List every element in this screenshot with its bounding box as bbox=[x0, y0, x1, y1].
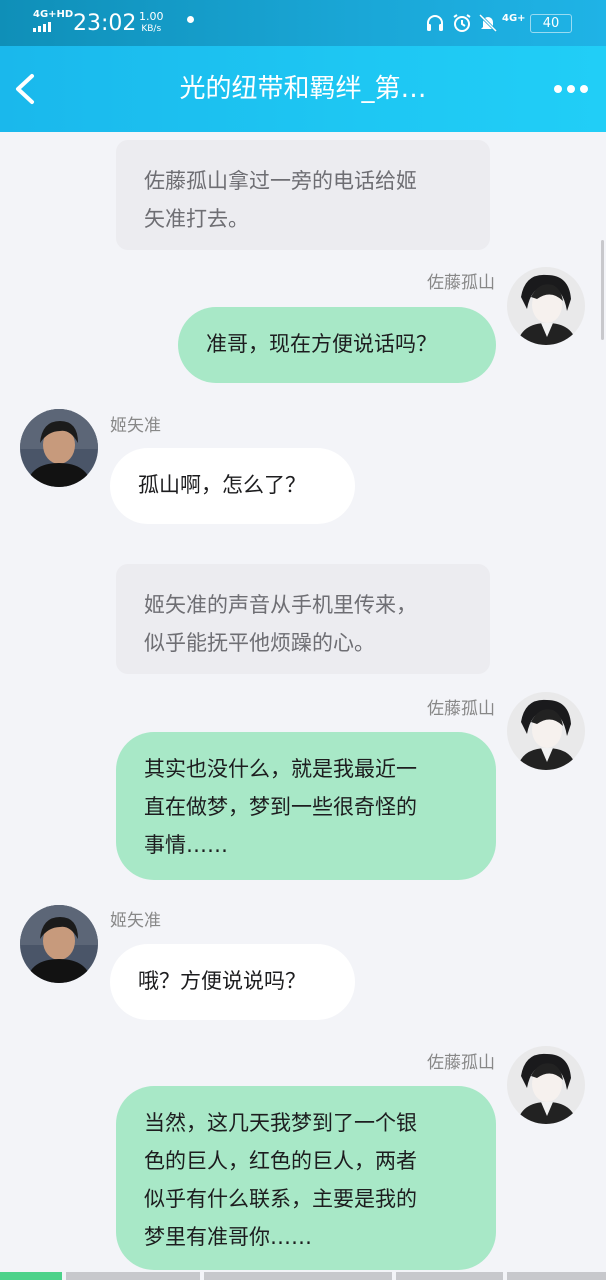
avatar-sato-koyama[interactable] bbox=[507, 692, 585, 770]
message-text: 梦里有准哥你…… bbox=[144, 1225, 312, 1249]
sender-name: 佐藤孤山 bbox=[427, 273, 495, 293]
sender-name: 姬矢准 bbox=[110, 911, 161, 931]
speed-value: 1.00 bbox=[139, 10, 164, 23]
narration-message: 姬矢准的声音从手机里传来， 似乎能抚平他烦躁的心。 bbox=[116, 564, 490, 674]
page-title: 光的纽带和羁绊_第… bbox=[179, 74, 427, 104]
avatar-image bbox=[20, 905, 98, 983]
message-text: 似乎有什么联系，主要是我的 bbox=[144, 1187, 417, 1211]
narration-line: 似乎能抚平他烦躁的心。 bbox=[144, 631, 375, 655]
progress-segment bbox=[0, 1272, 62, 1280]
message-bubble-incoming[interactable]: 哦？方便说说吗？ bbox=[110, 944, 355, 1020]
more-button[interactable] bbox=[548, 74, 594, 104]
message-text: 当然，这几天我梦到了一个银 bbox=[144, 1111, 417, 1135]
story-progress-bar bbox=[0, 1272, 606, 1280]
message-text: 其实也没什么，就是我最近一 bbox=[144, 757, 417, 781]
clock-time: 23:02 bbox=[73, 11, 137, 36]
battery-icon: 40 bbox=[530, 14, 572, 33]
speed-unit: KB/s bbox=[141, 24, 162, 34]
progress-segment bbox=[204, 1272, 392, 1280]
narration-line: 姬矢准的声音从手机里传来， bbox=[144, 593, 417, 617]
alarm-icon bbox=[453, 14, 471, 32]
avatar-himeya-jun[interactable] bbox=[20, 905, 98, 983]
avatar-image bbox=[507, 692, 585, 770]
notification-dot bbox=[187, 16, 194, 23]
chat-header: 光的纽带和羁绊_第… bbox=[0, 46, 606, 132]
network-speed: 1.00 KB/s bbox=[139, 11, 164, 35]
sender-name: 佐藤孤山 bbox=[427, 699, 495, 719]
sender-name: 佐藤孤山 bbox=[427, 1053, 495, 1073]
mute-icon bbox=[478, 13, 498, 33]
avatar-sato-koyama[interactable] bbox=[507, 1046, 585, 1124]
headphones-icon bbox=[427, 15, 443, 31]
progress-segment bbox=[507, 1272, 606, 1280]
chat-message-list[interactable]: 佐藤孤山拿过一旁的电话给姬 矢准打去。 佐藤孤山 准哥，现在方便说话吗？ 姬矢准… bbox=[0, 132, 606, 1272]
message-text: 事情…… bbox=[144, 833, 228, 857]
message-text: 色的巨人，红色的巨人，两者 bbox=[144, 1149, 417, 1173]
avatar-image bbox=[507, 1046, 585, 1124]
status-bar: 4G+HD 23:02 1.00 KB/s 4G+ 40 bbox=[0, 0, 606, 46]
avatar-image bbox=[20, 409, 98, 487]
battery-level: 40 bbox=[542, 16, 560, 31]
progress-segment bbox=[66, 1272, 200, 1280]
message-bubble-outgoing[interactable]: 准哥，现在方便说话吗？ bbox=[178, 307, 496, 383]
message-bubble-outgoing[interactable]: 其实也没什么，就是我最近一 直在做梦，梦到一些很奇怪的 事情…… bbox=[116, 732, 496, 880]
scrollbar[interactable] bbox=[601, 240, 604, 340]
message-text: 直在做梦，梦到一些很奇怪的 bbox=[144, 795, 417, 819]
narration-line: 矢准打去。 bbox=[144, 207, 249, 231]
progress-segment bbox=[396, 1272, 503, 1280]
back-button[interactable] bbox=[8, 66, 48, 112]
narration-line: 佐藤孤山拿过一旁的电话给姬 bbox=[144, 169, 417, 193]
avatar-sato-koyama[interactable] bbox=[507, 267, 585, 345]
message-bubble-incoming[interactable]: 孤山啊，怎么了？ bbox=[110, 448, 355, 524]
more-dots-icon bbox=[554, 85, 588, 93]
message-bubble-outgoing[interactable]: 当然，这几天我梦到了一个银 色的巨人，红色的巨人，两者 似乎有什么联系，主要是我… bbox=[116, 1086, 496, 1270]
network-type-label-2: 4G+ bbox=[502, 13, 526, 24]
message-text: 孤山啊，怎么了？ bbox=[138, 473, 306, 497]
avatar-image bbox=[507, 267, 585, 345]
avatar-himeya-jun[interactable] bbox=[20, 409, 98, 487]
network-type-label: 4G+HD bbox=[33, 9, 74, 20]
sender-name: 姬矢准 bbox=[110, 416, 161, 436]
message-text: 准哥，现在方便说话吗？ bbox=[206, 332, 437, 356]
narration-message: 佐藤孤山拿过一旁的电话给姬 矢准打去。 bbox=[116, 140, 490, 250]
chevron-left-icon bbox=[16, 74, 34, 104]
signal-icon bbox=[33, 22, 51, 32]
message-text: 哦？方便说说吗？ bbox=[138, 969, 306, 993]
